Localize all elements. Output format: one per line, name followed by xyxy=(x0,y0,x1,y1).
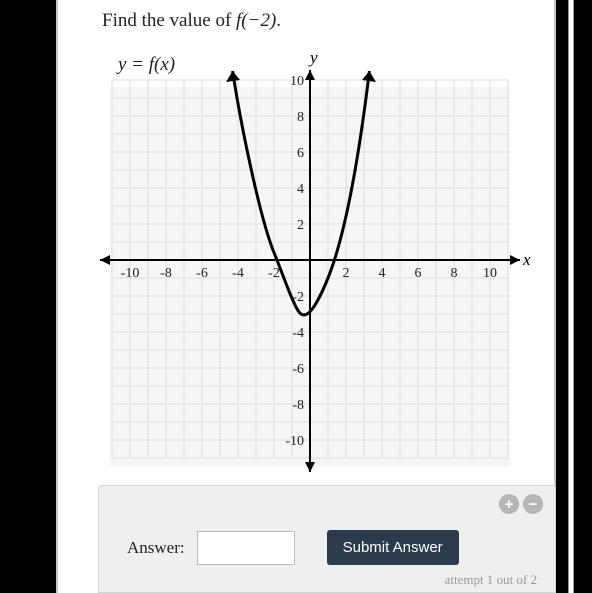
svg-text:-8: -8 xyxy=(160,266,172,281)
submit-button[interactable]: Submit Answer xyxy=(327,530,459,565)
svg-text:2: 2 xyxy=(343,266,350,281)
question-fn: f(−2) xyxy=(236,10,276,31)
svg-text:-8: -8 xyxy=(292,398,304,413)
svg-text:4: 4 xyxy=(379,266,386,281)
svg-text:2: 2 xyxy=(297,218,304,233)
plus-button[interactable]: + xyxy=(499,494,519,514)
svg-text:-4: -4 xyxy=(232,266,244,281)
attempt-text: attempt 1 out of 2 xyxy=(445,572,537,588)
equation-label: y = f(x) xyxy=(118,54,175,76)
y-axis-label: y xyxy=(310,48,318,68)
question-text: Find the value of f(−2). xyxy=(102,10,281,32)
svg-text:-2: -2 xyxy=(268,266,280,281)
problem-card: Find the value of f(−2). y = f(x) y x xyxy=(56,0,556,593)
answer-panel: + − Answer: Submit Answer attempt 1 out … xyxy=(98,485,556,593)
zoom-controls: + − xyxy=(499,494,543,514)
svg-text:-10: -10 xyxy=(121,266,140,281)
right-edge-decor xyxy=(568,0,574,593)
answer-input[interactable] xyxy=(197,531,295,565)
plot-svg: -10 -8 -6 -4 -2 2 4 6 8 10 10 8 6 4 2 -2… xyxy=(100,80,530,480)
svg-text:10: 10 xyxy=(290,74,304,89)
svg-text:10: 10 xyxy=(483,266,497,281)
svg-text:4: 4 xyxy=(297,182,304,197)
question-suffix: . xyxy=(276,10,281,31)
svg-text:6: 6 xyxy=(297,146,304,161)
svg-text:-4: -4 xyxy=(292,326,304,341)
svg-text:8: 8 xyxy=(297,110,304,125)
answer-label: Answer: xyxy=(127,538,185,558)
svg-text:-6: -6 xyxy=(196,266,208,281)
svg-text:8: 8 xyxy=(451,266,458,281)
minus-button[interactable]: − xyxy=(523,494,543,514)
svg-text:-6: -6 xyxy=(292,362,304,377)
svg-text:-10: -10 xyxy=(285,434,304,449)
chart: y x xyxy=(100,80,530,480)
svg-text:6: 6 xyxy=(415,266,422,281)
question-prefix: Find the value of xyxy=(102,10,236,31)
